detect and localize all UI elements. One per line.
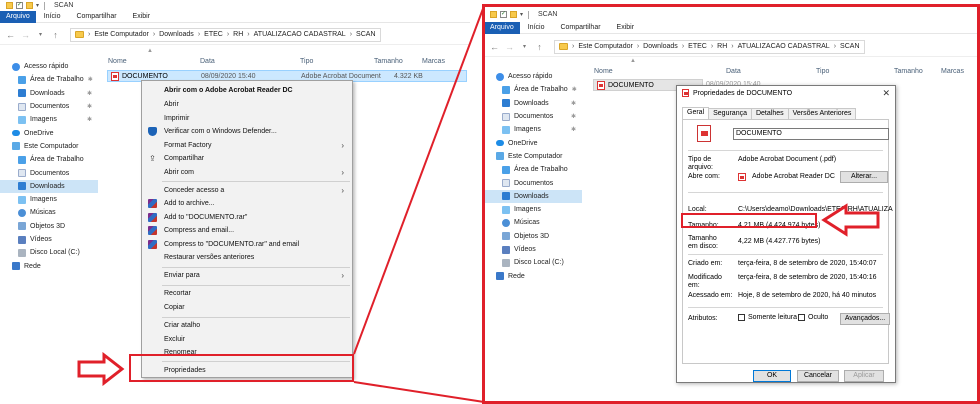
- highlight-frame-right-pane: [482, 4, 980, 404]
